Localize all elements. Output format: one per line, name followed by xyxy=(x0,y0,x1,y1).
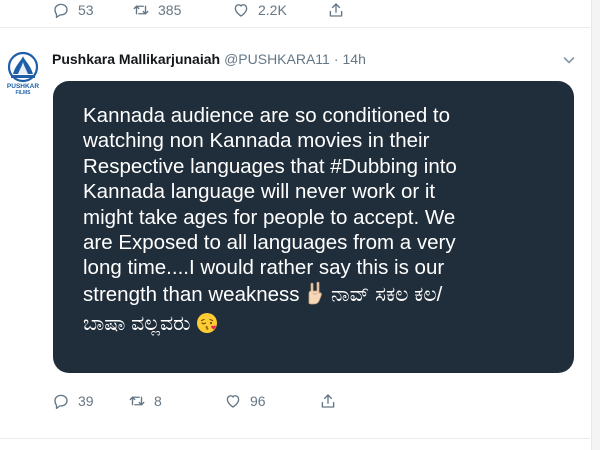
share-icon xyxy=(319,392,337,410)
retweet-count: 8 xyxy=(154,393,162,409)
tweet-image[interactable]: Kannada audience are so conditioned to w… xyxy=(53,81,574,373)
image-text-line: Respective languages that #Dubbing into xyxy=(83,154,457,178)
tweet-divider xyxy=(0,27,590,28)
reply-icon xyxy=(52,1,70,19)
reply-count: 39 xyxy=(78,393,94,409)
retweet-button[interactable]: 8 xyxy=(128,392,224,410)
rock-on-hand-emoji-icon xyxy=(305,281,325,311)
image-text-segment: strength than weakness xyxy=(83,282,300,306)
display-name[interactable]: Pushkara Mallikarjunaiah xyxy=(52,49,220,69)
like-count: 96 xyxy=(250,393,266,409)
heart-icon xyxy=(224,392,242,410)
heart-icon xyxy=(232,1,250,19)
face-blowing-kiss-emoji-icon xyxy=(196,312,218,340)
tweet-menu-button[interactable] xyxy=(562,53,576,67)
user-handle[interactable]: @PUSHKARA11 xyxy=(224,49,330,69)
tweet-divider xyxy=(0,438,590,439)
image-text-line: are Exposed to all languages from a very xyxy=(83,231,456,255)
like-button[interactable]: 2.2K xyxy=(232,1,327,19)
reply-icon xyxy=(52,392,70,410)
retweet-icon xyxy=(132,1,150,19)
share-button[interactable] xyxy=(327,1,345,19)
image-text-line: long time....I would rather say this is … xyxy=(83,256,445,280)
share-icon xyxy=(327,1,345,19)
like-count: 2.2K xyxy=(258,2,287,18)
reply-count: 53 xyxy=(78,2,94,18)
image-text-line: might take ages for people to accept. We xyxy=(83,205,456,229)
image-text-line-emoji: strength than weakness ನಾವ್ ಸಕಲ ಕಲ/ xyxy=(83,281,560,311)
scrollbar[interactable] xyxy=(591,0,600,450)
avatar[interactable]: PUSHKAR FILMS xyxy=(2,50,44,96)
image-text-segment: ನಾವ್ ಸಕಲ ಕಲ/ xyxy=(330,282,443,306)
image-text-segment: ಬಾಷಾ ವಲ್ಲವರು xyxy=(83,312,191,336)
twitter-timeline: 53 385 2.2K PUSHKAR FILMS Pushkara Malli… xyxy=(0,0,600,450)
retweet-icon xyxy=(128,392,146,410)
previous-tweet-actions: 53 385 2.2K xyxy=(52,0,345,20)
share-button[interactable] xyxy=(319,392,337,410)
tweet-header: Pushkara Mallikarjunaiah @PUSHKARA11 · 1… xyxy=(52,49,580,69)
reply-button[interactable]: 39 xyxy=(52,392,128,410)
image-text-line: watching non Kannada movies in their xyxy=(83,129,430,153)
chevron-down-icon xyxy=(562,53,576,67)
reply-button[interactable]: 53 xyxy=(52,1,132,19)
image-text-line: Kannada language will never work or it xyxy=(83,180,436,204)
separator: · xyxy=(333,51,339,67)
image-text-line: Kannada audience are so conditioned to xyxy=(83,104,451,127)
tweet-timestamp[interactable]: 14h xyxy=(343,49,366,69)
retweet-button[interactable]: 385 xyxy=(132,1,232,19)
avatar-logo-text-1: PUSHKAR xyxy=(7,83,39,90)
retweet-count: 385 xyxy=(158,2,182,18)
like-button[interactable]: 96 xyxy=(224,392,319,410)
pushkar-films-logo-icon: PUSHKAR FILMS xyxy=(2,50,44,96)
avatar-logo-text-2: FILMS xyxy=(16,90,32,96)
tweet-actions: 39 8 96 xyxy=(52,391,337,411)
image-text-line-emoji: ಬಾಷಾ ವಲ್ಲವರು xyxy=(83,311,560,340)
